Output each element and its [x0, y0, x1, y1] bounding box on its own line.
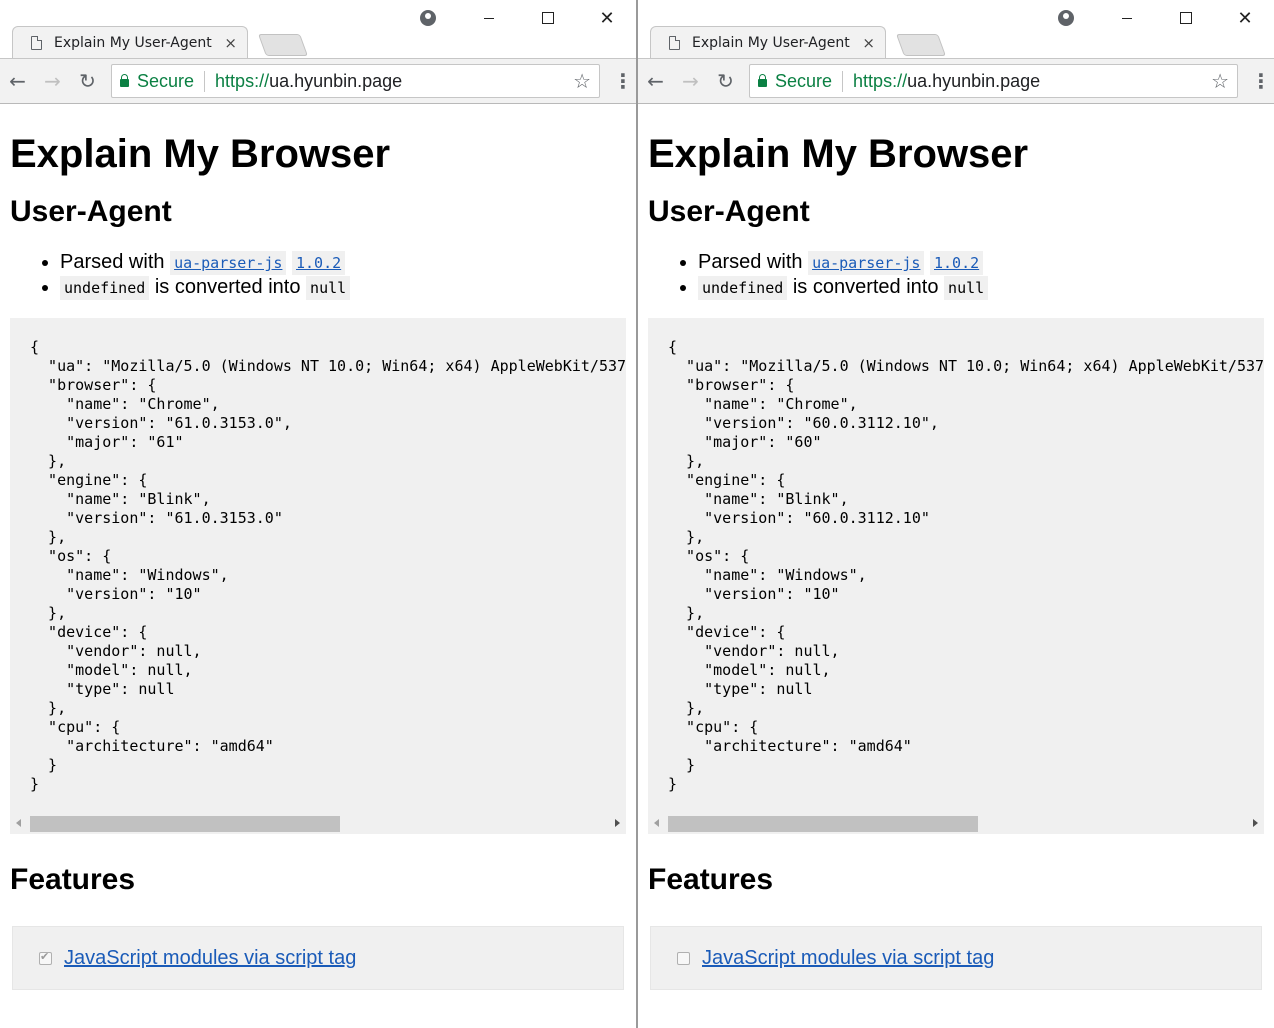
page-title: Explain My Browser: [10, 132, 391, 176]
menu-icon[interactable]: ⋮: [1248, 69, 1274, 93]
page-icon: [31, 35, 42, 50]
version-link[interactable]: 1.0.2: [296, 254, 341, 272]
url-text[interactable]: https://ua.hyunbin.page: [853, 71, 1211, 92]
bookmark-star-icon[interactable]: ☆: [573, 69, 591, 93]
scrollbar-thumb[interactable]: [30, 816, 340, 832]
url-host: ua.hyunbin.page: [907, 70, 1041, 91]
json-output: { "ua": "Mozilla/5.0 (Windows NT 10.0; W…: [648, 318, 1264, 834]
feature-checkbox[interactable]: [39, 950, 52, 965]
lock-icon: [758, 74, 767, 87]
new-tab-button[interactable]: [257, 34, 309, 56]
features-heading: Features: [648, 863, 774, 896]
back-icon[interactable]: ←: [638, 69, 673, 93]
scroll-left-icon[interactable]: [16, 819, 21, 827]
feature-link[interactable]: JavaScript modules via script tag: [702, 947, 994, 970]
minimize-icon[interactable]: [1122, 17, 1132, 19]
tab-active[interactable]: Explain My User-Agent ×: [650, 26, 886, 58]
title-bar: Explain My User-Agent × ✕: [0, 0, 636, 58]
toolbar: ← → ↻ Secure https://ua.hyunbin.page ☆ ⋮: [638, 58, 1274, 104]
maximize-icon[interactable]: [542, 12, 554, 24]
list-item: Parsed with ua-parser-js 1.0.2: [60, 250, 626, 275]
undefined-code: undefined: [60, 276, 150, 300]
scroll-left-icon[interactable]: [654, 819, 659, 827]
url-scheme: https://: [215, 70, 270, 91]
url-host: ua.hyunbin.page: [269, 70, 403, 91]
tab-active[interactable]: Explain My User-Agent ×: [12, 26, 248, 58]
list-item: undefined is converted into null: [698, 275, 1264, 300]
horizontal-scrollbar[interactable]: [10, 814, 626, 834]
null-code: null: [944, 276, 989, 300]
tab-title: Explain My User-Agent: [692, 34, 850, 51]
new-tab-button[interactable]: [895, 34, 947, 56]
minimize-icon[interactable]: [484, 17, 494, 19]
version-link[interactable]: 1.0.2: [934, 254, 979, 272]
tab-title: Explain My User-Agent: [54, 34, 212, 51]
converted-text: is converted into: [792, 276, 939, 298]
ua-parser-link[interactable]: ua-parser-js: [812, 254, 920, 272]
user-agent-heading: User-Agent: [10, 195, 172, 228]
forward-icon[interactable]: →: [673, 69, 708, 93]
ua-parser-link[interactable]: ua-parser-js: [174, 254, 282, 272]
horizontal-scrollbar[interactable]: [648, 814, 1264, 834]
address-bar[interactable]: Secure https://ua.hyunbin.page ☆: [749, 64, 1238, 98]
secure-label: Secure: [137, 70, 206, 92]
list-item: Parsed with ua-parser-js 1.0.2: [698, 250, 1264, 275]
browser-window-right: Explain My User-Agent × ✕ ← → ↻ Secure h…: [638, 0, 1274, 1028]
close-window-icon[interactable]: ✕: [578, 8, 636, 29]
undefined-code: undefined: [698, 276, 788, 300]
info-list: Parsed with ua-parser-js 1.0.2 undefined…: [648, 250, 1264, 300]
secure-label: Secure: [775, 70, 844, 92]
title-bar: Explain My User-Agent × ✕: [638, 0, 1274, 58]
feature-link[interactable]: JavaScript modules via script tag: [64, 947, 356, 970]
features-heading: Features: [10, 863, 136, 896]
forward-icon[interactable]: →: [35, 69, 70, 93]
toolbar: ← → ↻ Secure https://ua.hyunbin.page ☆ ⋮: [0, 58, 636, 104]
parsed-with-text: Parsed with: [698, 251, 803, 273]
bookmark-star-icon[interactable]: ☆: [1211, 69, 1229, 93]
page-content: Explain My Browser User-Agent Parsed wit…: [638, 128, 1274, 990]
reload-icon[interactable]: ↻: [70, 69, 105, 93]
url-scheme: https://: [853, 70, 908, 91]
scrollbar-thumb[interactable]: [668, 816, 978, 832]
close-window-icon[interactable]: ✕: [1216, 8, 1274, 29]
reload-icon[interactable]: ↻: [708, 69, 743, 93]
json-text: { "ua": "Mozilla/5.0 (Windows NT 10.0; W…: [30, 338, 626, 793]
feature-row: JavaScript modules via script tag: [12, 926, 624, 990]
window-controls: ✕: [1098, 0, 1274, 36]
maximize-icon[interactable]: [1180, 12, 1192, 24]
feature-row: JavaScript modules via script tag: [650, 926, 1262, 990]
scroll-right-icon[interactable]: [1253, 819, 1258, 827]
page-icon: [669, 35, 680, 50]
tab-close-icon[interactable]: ×: [862, 34, 875, 52]
page-content: Explain My Browser User-Agent Parsed wit…: [0, 128, 636, 990]
address-bar[interactable]: Secure https://ua.hyunbin.page ☆: [111, 64, 600, 98]
json-output: { "ua": "Mozilla/5.0 (Windows NT 10.0; W…: [10, 318, 626, 834]
window-controls: ✕: [460, 0, 636, 36]
back-icon[interactable]: ←: [0, 69, 35, 93]
scroll-right-icon[interactable]: [615, 819, 620, 827]
converted-text: is converted into: [154, 276, 301, 298]
json-text: { "ua": "Mozilla/5.0 (Windows NT 10.0; W…: [668, 338, 1264, 793]
tab-close-icon[interactable]: ×: [224, 34, 237, 52]
list-item: undefined is converted into null: [60, 275, 626, 300]
profile-icon[interactable]: [420, 10, 436, 26]
browser-window-left: Explain My User-Agent × ✕ ← → ↻ Secure h…: [0, 0, 638, 1028]
user-agent-heading: User-Agent: [648, 195, 810, 228]
profile-icon[interactable]: [1058, 10, 1074, 26]
parsed-with-text: Parsed with: [60, 251, 165, 273]
menu-icon[interactable]: ⋮: [610, 69, 636, 93]
null-code: null: [306, 276, 351, 300]
page-title: Explain My Browser: [648, 132, 1029, 176]
lock-icon: [120, 74, 129, 87]
url-text[interactable]: https://ua.hyunbin.page: [215, 71, 573, 92]
info-list: Parsed with ua-parser-js 1.0.2 undefined…: [10, 250, 626, 300]
feature-checkbox[interactable]: [677, 951, 690, 965]
